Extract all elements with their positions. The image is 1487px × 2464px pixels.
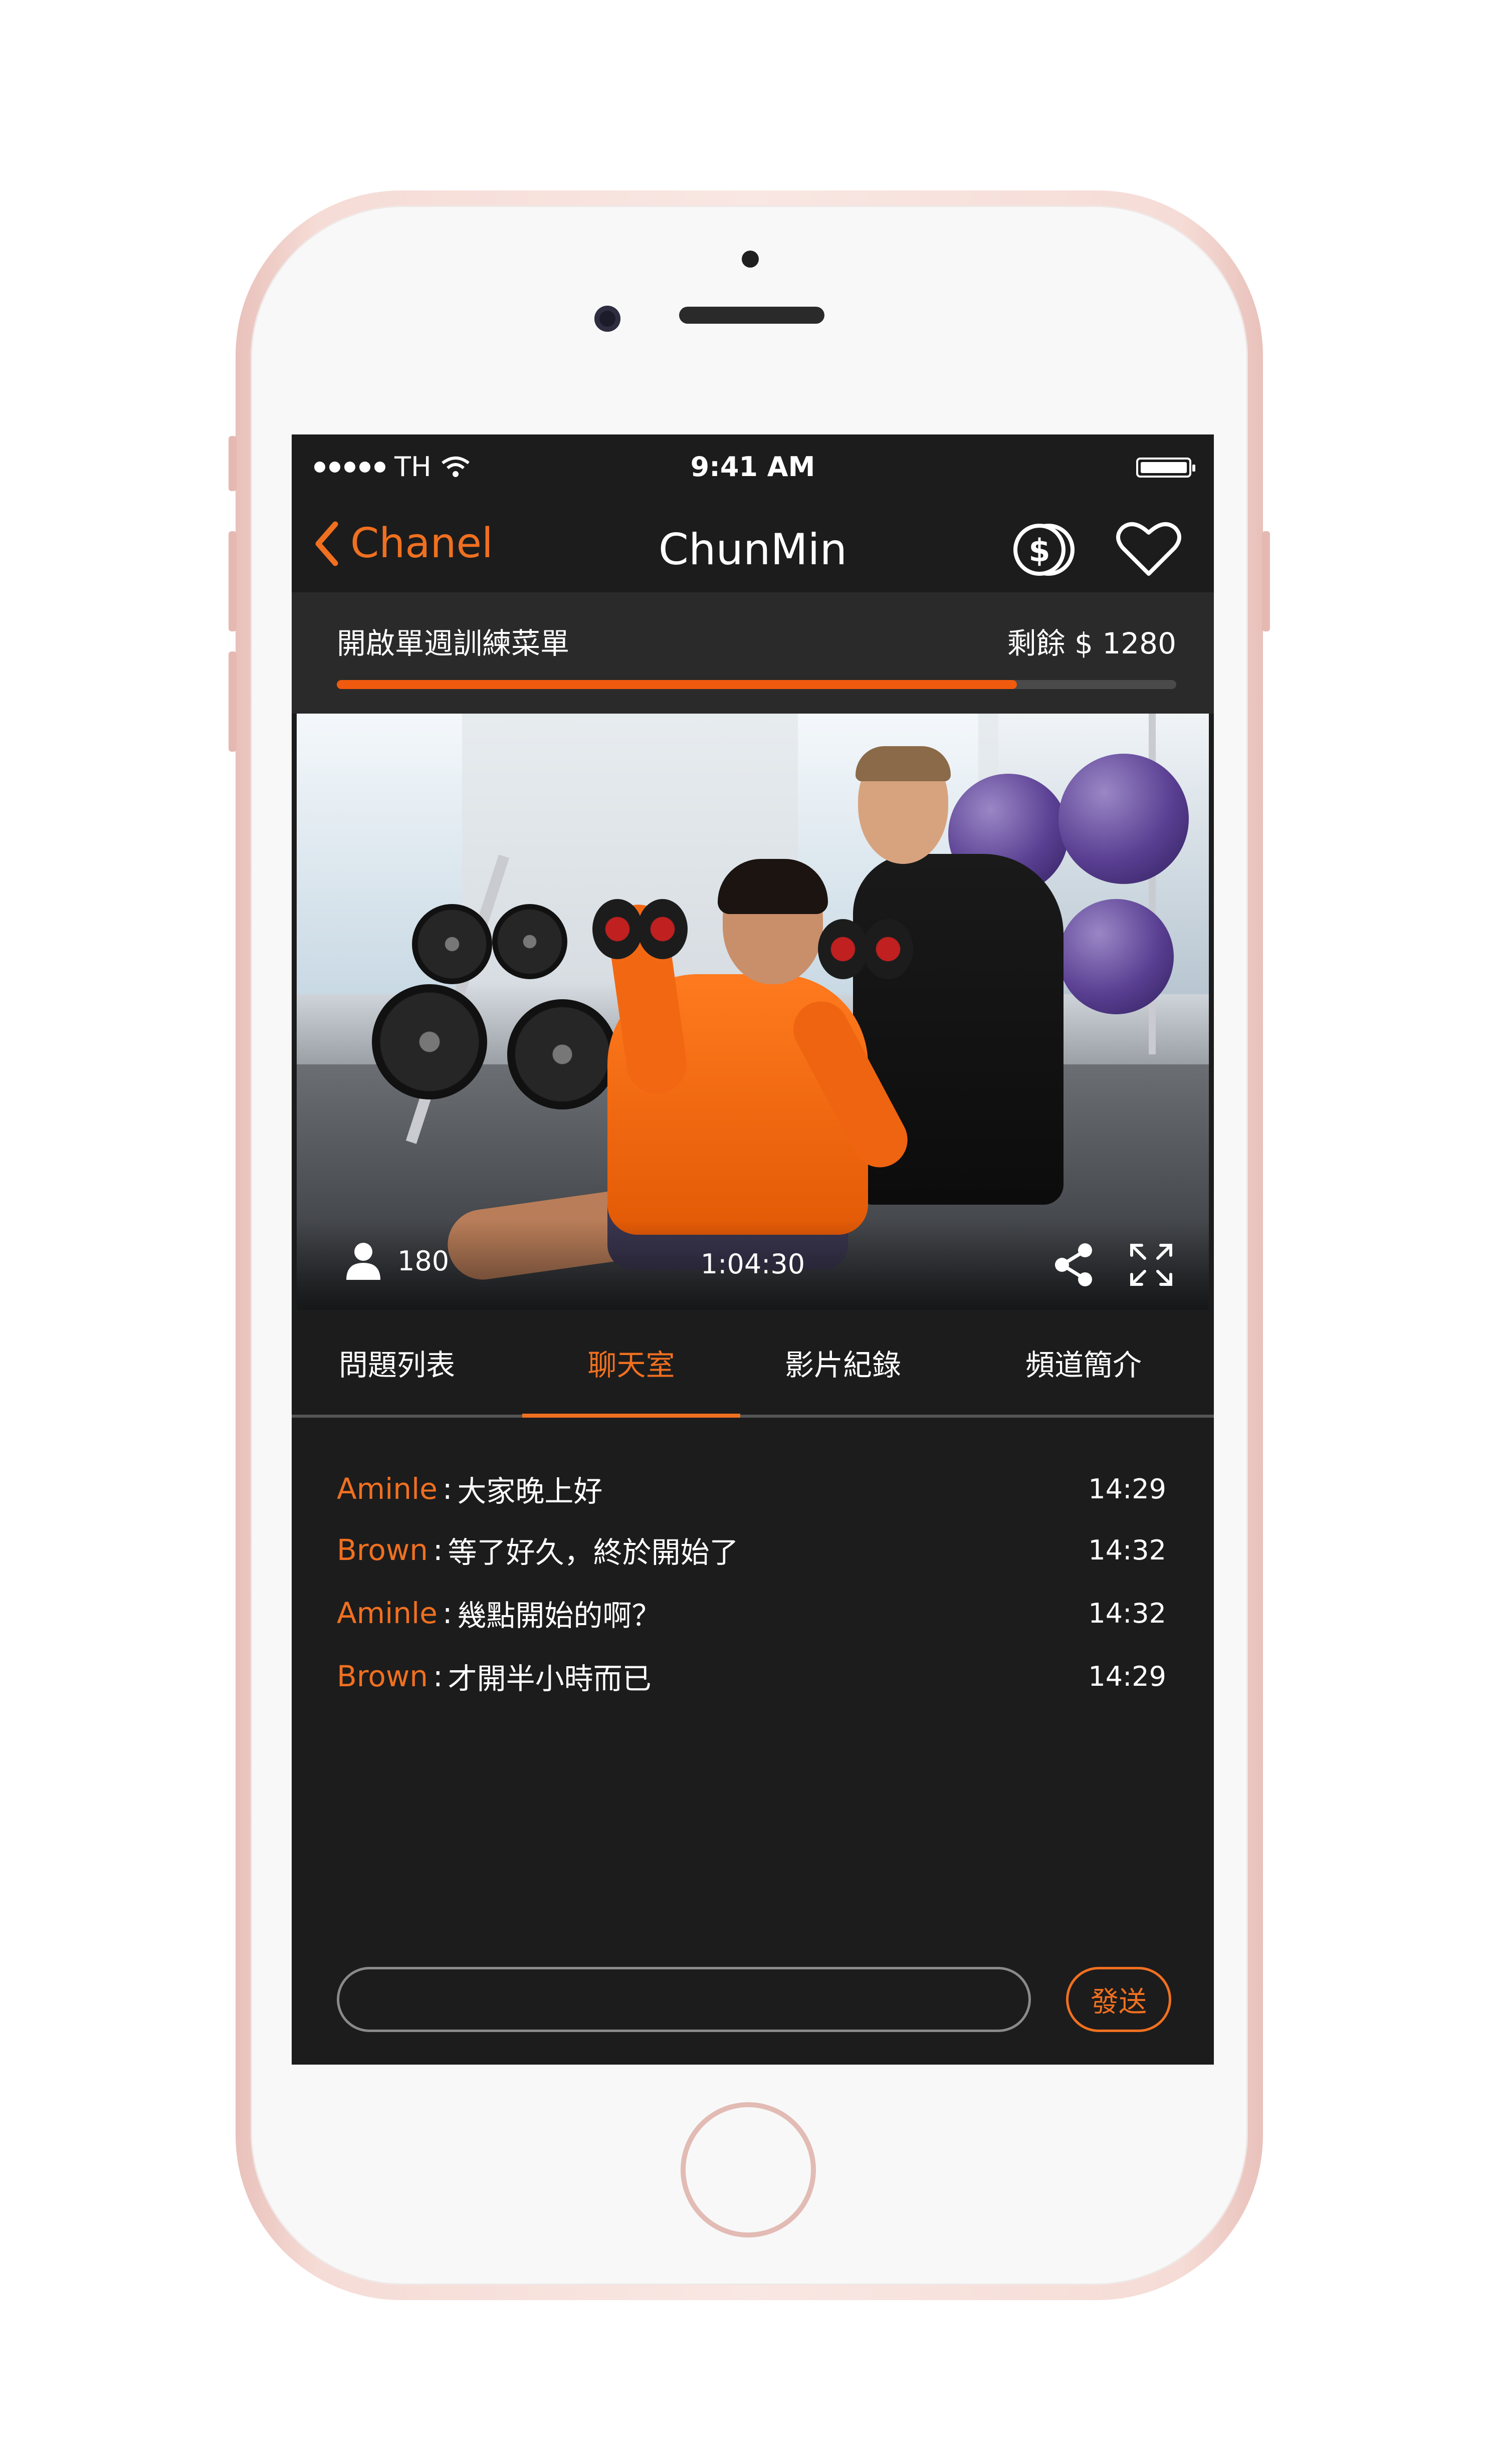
chat-message: Aminle : 幾點開始的啊？ 14:32 — [337, 1588, 1166, 1638]
tab-video-history[interactable]: 影片紀錄 — [738, 1310, 948, 1415]
chat-text: 幾點開始的啊？ — [457, 1599, 661, 1633]
chat-separator: : — [442, 1596, 453, 1630]
earpiece-speaker — [679, 307, 824, 324]
status-bar: TH 9:41 AM — [292, 434, 1214, 500]
proximity-sensor — [742, 251, 759, 268]
chat-timestamp: 14:29 — [1088, 1660, 1166, 1692]
mute-switch — [229, 436, 237, 491]
chat-text: 才開半小時而已 — [448, 1662, 652, 1696]
home-button[interactable] — [681, 2102, 816, 2237]
chat-message: Aminle : 大家晚上好 14:29 — [337, 1464, 1166, 1514]
dumbbell — [592, 899, 688, 959]
exercise-ball — [1058, 754, 1189, 884]
tab-channel-intro[interactable]: 頻道簡介 — [973, 1310, 1194, 1415]
chat-text: 大家晚上好 — [457, 1474, 603, 1508]
section-tabs: 問題列表 聊天室 影片紀錄 頻道簡介 — [292, 1310, 1214, 1418]
share-button[interactable] — [1051, 1242, 1096, 1287]
plan-progress-bar — [337, 680, 1176, 689]
power-button — [1262, 531, 1270, 631]
chat-username[interactable]: Brown — [337, 1533, 428, 1567]
front-camera — [594, 306, 620, 332]
plan-remaining-balance: 剩餘 $ 1280 — [1007, 626, 1176, 660]
dollar-coin-icon: $ — [1013, 524, 1075, 576]
trainer-hair — [856, 746, 951, 781]
weight-plate — [507, 999, 617, 1109]
chat-message: Brown : 才開半小時而已 14:29 — [337, 1651, 1166, 1701]
exercise-ball — [1058, 899, 1174, 1014]
weight-plate — [492, 904, 567, 979]
tip-button[interactable]: $ — [1008, 520, 1079, 580]
chat-message: Brown : 等了好久，終於開始了 14:32 — [337, 1525, 1166, 1575]
battery-icon — [1136, 458, 1195, 478]
chat-timestamp: 14:32 — [1088, 1597, 1166, 1629]
weight-plate — [372, 984, 487, 1099]
plan-title: 開啟單週訓練菜單 — [337, 626, 570, 660]
chat-separator: : — [442, 1472, 453, 1506]
chat-separator: : — [433, 1533, 443, 1567]
volume-down-button — [229, 651, 237, 752]
plan-progress-fill — [337, 680, 1017, 689]
chat-text: 等了好久，終於開始了 — [448, 1535, 739, 1570]
send-button[interactable]: 發送 — [1066, 1967, 1171, 2032]
tab-question-list[interactable]: 問題列表 — [319, 1310, 475, 1415]
dumbbell — [818, 919, 913, 979]
tab-chat-room[interactable]: 聊天室 — [522, 1310, 740, 1418]
chat-timestamp: 14:32 — [1088, 1534, 1166, 1566]
chat-input[interactable] — [337, 1967, 1031, 2032]
chat-username[interactable]: Aminle — [337, 1472, 438, 1506]
chat-username[interactable]: Brown — [337, 1659, 428, 1693]
clock: 9:41 AM — [690, 451, 815, 483]
fullscreen-icon — [1130, 1244, 1172, 1286]
share-icon — [1055, 1243, 1092, 1286]
favorite-button[interactable] — [1114, 520, 1184, 580]
volume-up-button — [229, 531, 237, 631]
svg-text:$: $ — [1028, 532, 1050, 569]
chat-timestamp: 14:29 — [1088, 1473, 1166, 1505]
live-video-player[interactable]: 180 1:04:30 — [297, 714, 1209, 1310]
heart-icon — [1116, 522, 1181, 576]
navigation-bar: Chanel ChunMin $ — [292, 500, 1214, 592]
weight-plate — [412, 904, 492, 984]
chat-separator: : — [433, 1659, 443, 1693]
training-plan-banner[interactable]: 開啟單週訓練菜單 剩餘 $ 1280 — [292, 592, 1214, 714]
app-screen: TH 9:41 AM Chanel ChunMin $ 開啟單週訓練菜單 剩餘 … — [292, 434, 1214, 2065]
fullscreen-button[interactable] — [1129, 1242, 1174, 1287]
chat-username[interactable]: Aminle — [337, 1596, 438, 1630]
